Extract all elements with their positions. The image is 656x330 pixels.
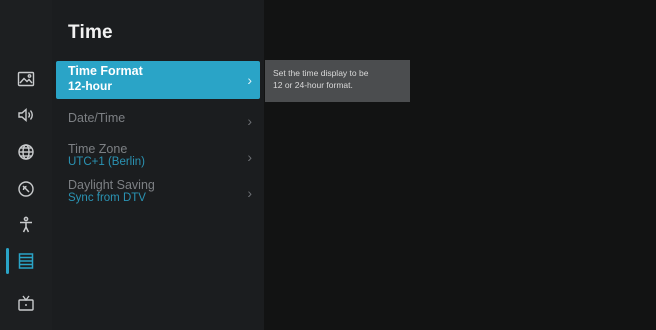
menu-item-value: 12-hour: [68, 79, 113, 93]
tooltip-line: Set the time display to be: [273, 68, 369, 78]
menu-item-time-format[interactable]: Time Format 12-hour ›: [56, 61, 260, 99]
menu-item-daylight-saving[interactable]: Daylight Saving Sync from DTV ›: [56, 174, 260, 212]
menu-item-label: Time Zone: [68, 142, 128, 156]
network-icon[interactable]: [10, 139, 42, 165]
settings-category-rail: [0, 0, 52, 330]
tooltip-line: 12 or 24-hour format.: [273, 80, 353, 90]
page-title: Time: [68, 22, 113, 43]
chevron-right-icon: ›: [247, 149, 252, 165]
help-tooltip: Set the time display to be 12 or 24-hour…: [265, 60, 410, 102]
system-menu-icon[interactable]: [10, 248, 42, 274]
active-category-indicator: [6, 248, 9, 274]
remote-control-icon[interactable]: [10, 176, 42, 202]
chevron-right-icon: ›: [247, 113, 252, 129]
menu-item-label: Daylight Saving: [68, 178, 155, 192]
time-settings-panel: Time Time Format 12-hour › Date/Time › T…: [52, 0, 264, 330]
sound-icon[interactable]: [10, 102, 42, 128]
picture-icon[interactable]: [10, 66, 42, 92]
content-area: [264, 0, 656, 330]
menu-item-label: Time Format: [68, 64, 143, 78]
tv-antenna-icon[interactable]: [10, 290, 42, 316]
chevron-right-icon: ›: [247, 72, 252, 88]
menu-item-time-zone[interactable]: Time Zone UTC+1 (Berlin) ›: [56, 138, 260, 176]
menu-item-value: Sync from DTV: [68, 192, 146, 204]
chevron-right-icon: ›: [247, 185, 252, 201]
tv-settings-screen: Time Time Format 12-hour › Date/Time › T…: [0, 0, 656, 330]
menu-item-label: Date/Time: [68, 111, 126, 125]
menu-item-date-time[interactable]: Date/Time ›: [56, 102, 260, 140]
menu-item-value: UTC+1 (Berlin): [68, 156, 146, 168]
accessibility-icon[interactable]: [10, 212, 42, 238]
